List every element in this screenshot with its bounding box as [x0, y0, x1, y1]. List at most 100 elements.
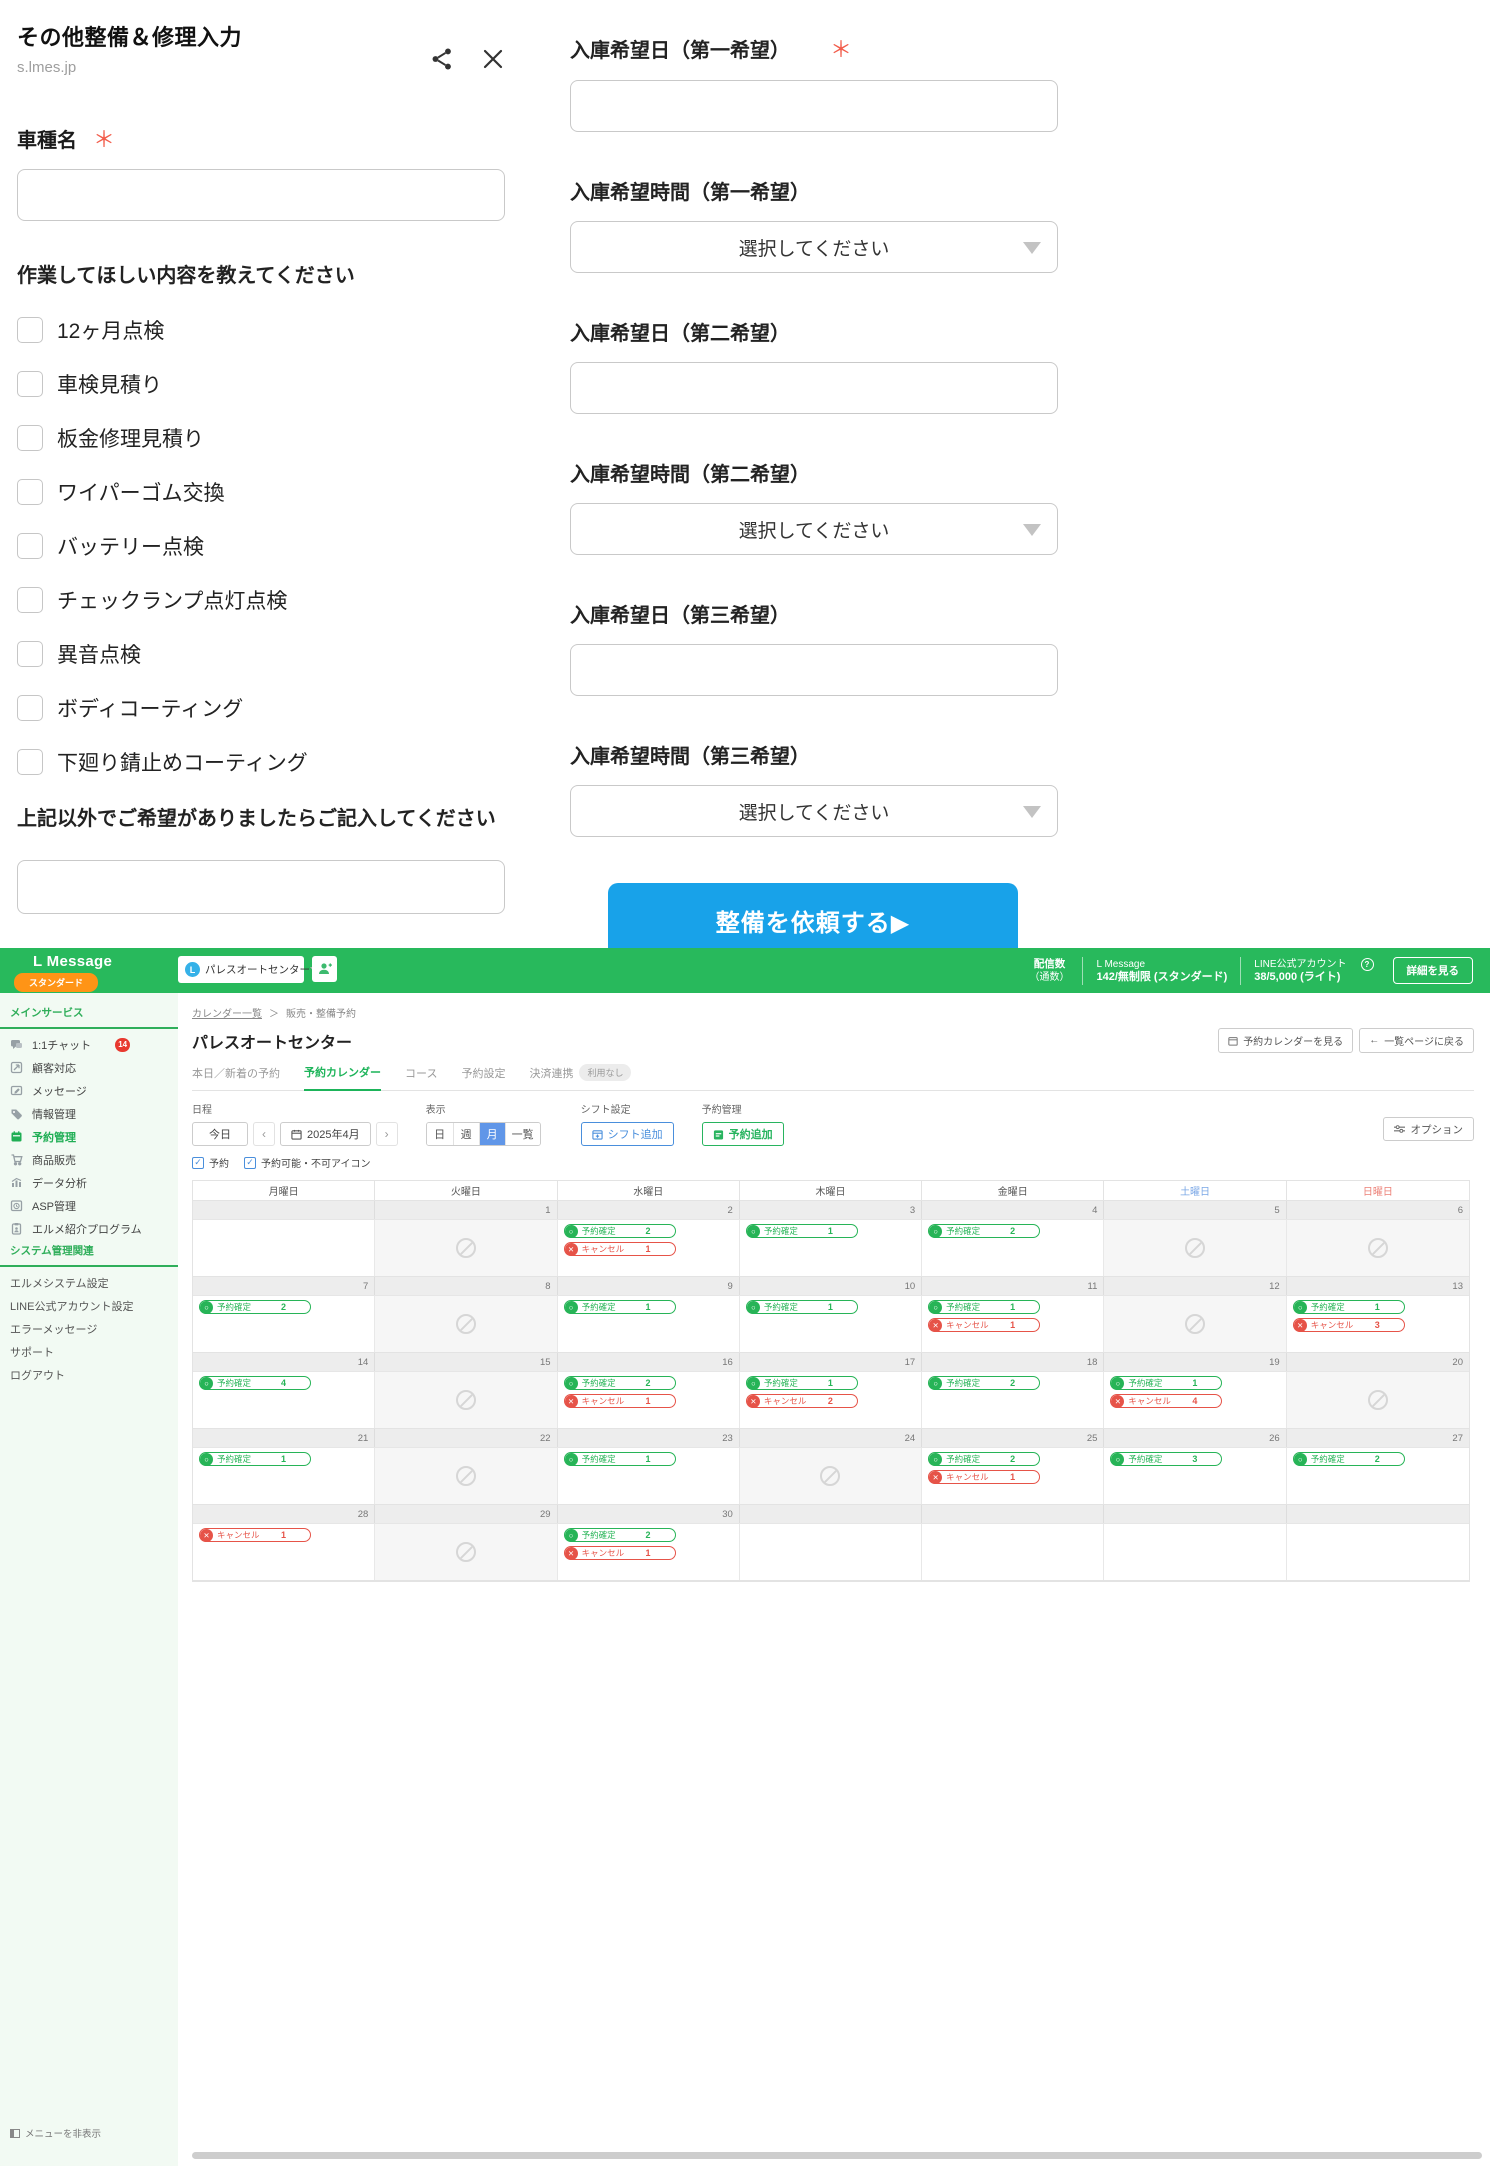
confirmed-badge[interactable]: ○予約確定1	[564, 1300, 676, 1314]
sidebar-item-データ分析[interactable]: データ分析	[0, 1171, 178, 1194]
confirmed-badge[interactable]: ○予約確定2	[564, 1528, 676, 1542]
confirmed-badge[interactable]: ○予約確定2	[564, 1224, 676, 1238]
account-selector[interactable]: L パレスオートセンター	[178, 956, 304, 983]
confirmed-badge[interactable]: ○予約確定1	[746, 1376, 858, 1390]
day-cell-1[interactable]	[375, 1220, 557, 1276]
preferred-time-select[interactable]: 選択してください	[570, 785, 1058, 837]
checkbox[interactable]	[17, 587, 43, 613]
tab-本日／新着の予約[interactable]: 本日／新着の予約	[192, 1065, 280, 1090]
view-option-月[interactable]: 月	[479, 1123, 505, 1145]
sidebar-item-ASP管理[interactable]: ASP管理	[0, 1194, 178, 1217]
confirmed-badge[interactable]: ○予約確定2	[928, 1224, 1040, 1238]
checkbox[interactable]	[17, 425, 43, 451]
today-button[interactable]: 今日	[192, 1122, 248, 1146]
prev-month-button[interactable]: ‹	[253, 1122, 275, 1146]
add-reservation-button[interactable]: 予約追加	[702, 1122, 784, 1146]
view-option-週[interactable]: 週	[453, 1123, 479, 1145]
preferred-time-select[interactable]: 選択してください	[570, 221, 1058, 273]
day-cell-13[interactable]: ○予約確定1✕キャンセル3	[1287, 1296, 1469, 1352]
add-shift-button[interactable]: シフト追加	[581, 1122, 674, 1146]
confirmed-badge[interactable]: ○予約確定2	[564, 1376, 676, 1390]
tab-決済連携[interactable]: 決済連携利用なし	[529, 1064, 631, 1090]
confirmed-badge[interactable]: ○予約確定1	[746, 1300, 858, 1314]
back-to-list-button[interactable]: ←一覧ページに戻る	[1359, 1028, 1474, 1053]
day-cell-12[interactable]	[1104, 1296, 1286, 1352]
day-cell-5[interactable]	[1104, 1220, 1286, 1276]
options-button[interactable]: オプション	[1383, 1117, 1475, 1141]
day-cell-15[interactable]	[375, 1372, 557, 1428]
preferred-date-input[interactable]	[570, 644, 1058, 696]
day-cell-3[interactable]: ○予約確定1	[740, 1220, 922, 1276]
tab-コース[interactable]: コース	[405, 1065, 437, 1090]
checked-checkbox-icon[interactable]: ✓	[192, 1157, 204, 1169]
confirmed-badge[interactable]: ○予約確定1	[199, 1452, 311, 1466]
horizontal-scrollbar[interactable]	[192, 2152, 1482, 2159]
preferred-time-select[interactable]: 選択してください	[570, 503, 1058, 555]
checkbox[interactable]	[17, 371, 43, 397]
day-cell-18[interactable]: ○予約確定2	[922, 1372, 1104, 1428]
confirmed-badge[interactable]: ○予約確定1	[564, 1452, 676, 1466]
day-cell-26[interactable]: ○予約確定3	[1104, 1448, 1286, 1504]
day-cell-23[interactable]: ○予約確定1	[558, 1448, 740, 1504]
cancel-badge[interactable]: ✕キャンセル4	[1110, 1394, 1222, 1408]
hide-menu-button[interactable]: メニューを非表示	[10, 2126, 101, 2140]
day-cell-27[interactable]: ○予約確定2	[1287, 1448, 1469, 1504]
day-cell-8[interactable]	[375, 1296, 557, 1352]
confirmed-badge[interactable]: ○予約確定1	[746, 1224, 858, 1238]
cancel-badge[interactable]: ✕キャンセル1	[928, 1318, 1040, 1332]
confirmed-badge[interactable]: ○予約確定3	[1110, 1452, 1222, 1466]
breadcrumb-link[interactable]: カレンダー一覧	[192, 1005, 262, 1020]
day-cell-7[interactable]: ○予約確定2	[193, 1296, 375, 1352]
next-month-button[interactable]: ›	[376, 1122, 398, 1146]
checkbox[interactable]	[17, 749, 43, 775]
day-cell[interactable]	[1287, 1524, 1469, 1580]
cancel-badge[interactable]: ✕キャンセル1	[199, 1528, 311, 1542]
checkbox[interactable]	[17, 695, 43, 721]
day-cell-30[interactable]: ○予約確定2 ✕キャンセル1	[558, 1524, 740, 1580]
day-cell[interactable]	[1104, 1524, 1286, 1580]
confirmed-badge[interactable]: ○予約確定4	[199, 1376, 311, 1390]
month-picker-button[interactable]: 2025年4月	[280, 1122, 371, 1146]
sidebar-item-メッセージ[interactable]: メッセージ	[0, 1079, 178, 1102]
preferred-date-input[interactable]	[570, 80, 1058, 132]
sidebar-item-サポート[interactable]: サポート	[0, 1340, 178, 1363]
other-request-textarea[interactable]	[17, 860, 505, 914]
close-icon[interactable]	[481, 47, 505, 71]
checkbox[interactable]	[17, 479, 43, 505]
day-cell-16[interactable]: ○予約確定2 ✕キャンセル1	[558, 1372, 740, 1428]
tab-予約カレンダー[interactable]: 予約カレンダー	[304, 1064, 381, 1091]
tab-予約設定[interactable]: 予約設定	[461, 1065, 505, 1090]
cancel-badge[interactable]: ✕キャンセル1	[928, 1470, 1040, 1484]
vehicle-input[interactable]	[17, 169, 505, 221]
share-icon[interactable]	[429, 46, 455, 72]
day-cell[interactable]	[740, 1524, 922, 1580]
day-cell-28[interactable]: ✕キャンセル1	[193, 1524, 375, 1580]
sidebar-item-ログアウト[interactable]: ログアウト	[0, 1363, 178, 1386]
checkbox[interactable]	[17, 533, 43, 559]
cancel-badge[interactable]: ✕キャンセル1	[564, 1546, 676, 1560]
submit-repair-button[interactable]: 整備を依頼する▶	[608, 883, 1018, 958]
day-cell-14[interactable]: ○予約確定4	[193, 1372, 375, 1428]
cancel-badge[interactable]: ✕キャンセル3	[1293, 1318, 1405, 1332]
view-option-一覧[interactable]: 一覧	[505, 1123, 540, 1145]
sidebar-item-予約管理[interactable]: 予約管理	[0, 1125, 178, 1148]
day-cell[interactable]	[922, 1524, 1104, 1580]
cancel-badge[interactable]: ✕キャンセル1	[564, 1394, 676, 1408]
help-icon[interactable]: ?	[1361, 958, 1374, 971]
day-cell[interactable]	[193, 1220, 375, 1276]
preferred-date-input[interactable]	[570, 362, 1058, 414]
view-option-日[interactable]: 日	[427, 1123, 453, 1145]
confirmed-badge[interactable]: ○予約確定2	[199, 1300, 311, 1314]
sidebar-item-エルメシステム設定[interactable]: エルメシステム設定	[0, 1271, 178, 1294]
day-cell-2[interactable]: ○予約確定2✕キャンセル1	[558, 1220, 740, 1276]
add-friend-button[interactable]	[312, 956, 337, 982]
confirmed-badge[interactable]: ○予約確定2	[928, 1452, 1040, 1466]
details-button[interactable]: 詳細を見る	[1393, 957, 1474, 984]
day-cell-4[interactable]: ○予約確定2	[922, 1220, 1104, 1276]
day-cell-6[interactable]	[1287, 1220, 1469, 1276]
day-cell-9[interactable]: ○予約確定1	[558, 1296, 740, 1352]
confirmed-badge[interactable]: ○予約確定1	[928, 1300, 1040, 1314]
day-cell-22[interactable]	[375, 1448, 557, 1504]
day-cell-21[interactable]: ○予約確定1	[193, 1448, 375, 1504]
day-cell-10[interactable]: ○予約確定1	[740, 1296, 922, 1352]
